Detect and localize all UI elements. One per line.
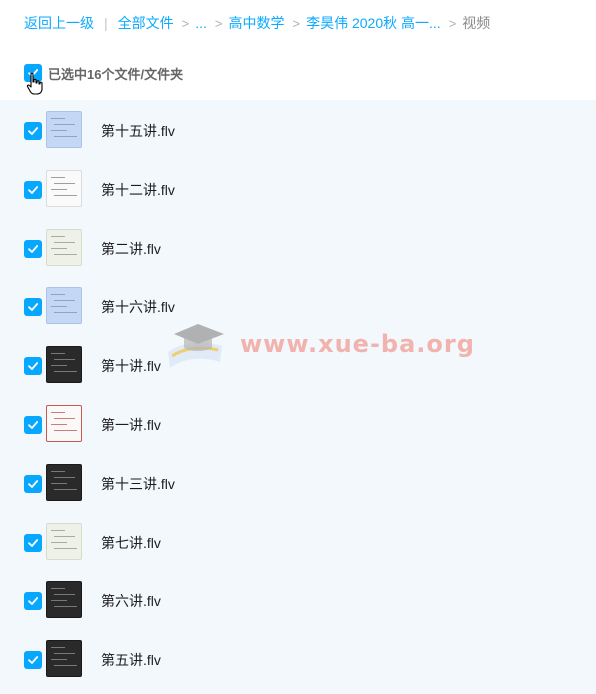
watermark-text: www.xue-ba.org [240, 330, 475, 358]
video-thumbnail [46, 522, 82, 560]
file-name[interactable]: 第一讲.flv [101, 415, 161, 435]
check-icon [28, 127, 39, 135]
chevron-right-icon: > [214, 15, 223, 31]
file-name[interactable]: 第六讲.flv [101, 591, 161, 611]
file-row[interactable]: 第五讲.flv [0, 630, 596, 688]
file-row[interactable]: 第六讲.flv [0, 571, 596, 629]
file-checkbox[interactable] [24, 298, 42, 317]
video-thumbnail [46, 169, 82, 207]
video-thumbnail [46, 405, 82, 442]
file-checkbox[interactable] [24, 651, 42, 670]
hand-cursor-icon [26, 72, 43, 95]
breadcrumb-current: 视频 [462, 15, 491, 31]
file-checkbox[interactable] [24, 180, 42, 199]
file-checkbox[interactable] [24, 474, 42, 493]
chevron-right-icon: > [448, 15, 457, 31]
file-name[interactable]: 第十五讲.flv [101, 121, 175, 141]
selection-summary: 已选中16个文件/文件夹 [48, 66, 184, 82]
file-checkbox[interactable] [24, 122, 42, 140]
select-all[interactable]: 已选中16个文件/文件夹 [24, 62, 183, 84]
file-name[interactable]: 第十讲.flv [101, 356, 161, 376]
file-name[interactable]: 第七讲.flv [101, 533, 161, 553]
video-thumbnail [46, 346, 82, 384]
check-icon [28, 421, 39, 429]
check-icon [28, 362, 39, 371]
file-name[interactable]: 第五讲.flv [101, 650, 161, 670]
back-link[interactable]: 返回上一级 [24, 13, 94, 33]
file-list: 第十五讲.flv 第十二讲.flv 第二讲.flv 第十六讲.flv 第十讲.flv 第一… [0, 100, 596, 694]
check-icon [28, 244, 39, 253]
file-checkbox[interactable] [24, 592, 42, 611]
video-thumbnail [46, 640, 82, 678]
check-icon [28, 538, 39, 547]
file-row[interactable]: 第十三讲.flv [0, 454, 596, 512]
video-thumbnail [46, 111, 82, 148]
breadcrumb-folder-course[interactable]: 李昊伟 2020秋 高一... [306, 13, 441, 33]
file-checkbox[interactable] [24, 357, 42, 376]
file-row[interactable]: 第十二讲.flv [0, 160, 596, 218]
chevron-right-icon: > [292, 15, 301, 31]
file-row[interactable]: 第十五讲.flv [0, 101, 596, 159]
file-row[interactable]: 第七讲.flv [0, 513, 596, 571]
file-name[interactable]: 第十三讲.flv [101, 474, 175, 494]
file-checkbox[interactable] [24, 416, 42, 434]
breadcrumb-ellipsis[interactable]: ... [195, 15, 207, 31]
file-name[interactable]: 第二讲.flv [101, 239, 161, 259]
breadcrumb: 返回上一级 | 全部文件 > ... > 高中数学 > 李昊伟 2020秋 高一… [24, 13, 490, 33]
check-icon [28, 597, 39, 606]
graduation-cap-icon [168, 324, 224, 368]
breadcrumb-all-files[interactable]: 全部文件 [118, 13, 174, 33]
file-checkbox[interactable] [24, 239, 42, 258]
check-icon [28, 185, 39, 194]
breadcrumb-divider: | [104, 15, 108, 31]
file-row[interactable]: 第一讲.flv [0, 395, 596, 453]
chevron-right-icon: > [181, 15, 190, 31]
file-row[interactable]: 第十六讲.flv [0, 277, 596, 335]
video-thumbnail [46, 463, 82, 501]
check-icon [28, 656, 39, 665]
breadcrumb-folder-math[interactable]: 高中数学 [229, 13, 285, 33]
video-thumbnail [46, 581, 82, 619]
check-icon [28, 303, 39, 312]
file-name[interactable]: 第十二讲.flv [101, 180, 175, 200]
file-name[interactable]: 第十六讲.flv [101, 297, 175, 317]
video-thumbnail [46, 287, 82, 325]
file-row[interactable]: 第二讲.flv [0, 219, 596, 277]
file-checkbox[interactable] [24, 533, 42, 552]
video-thumbnail [46, 228, 82, 266]
check-icon [28, 479, 39, 488]
